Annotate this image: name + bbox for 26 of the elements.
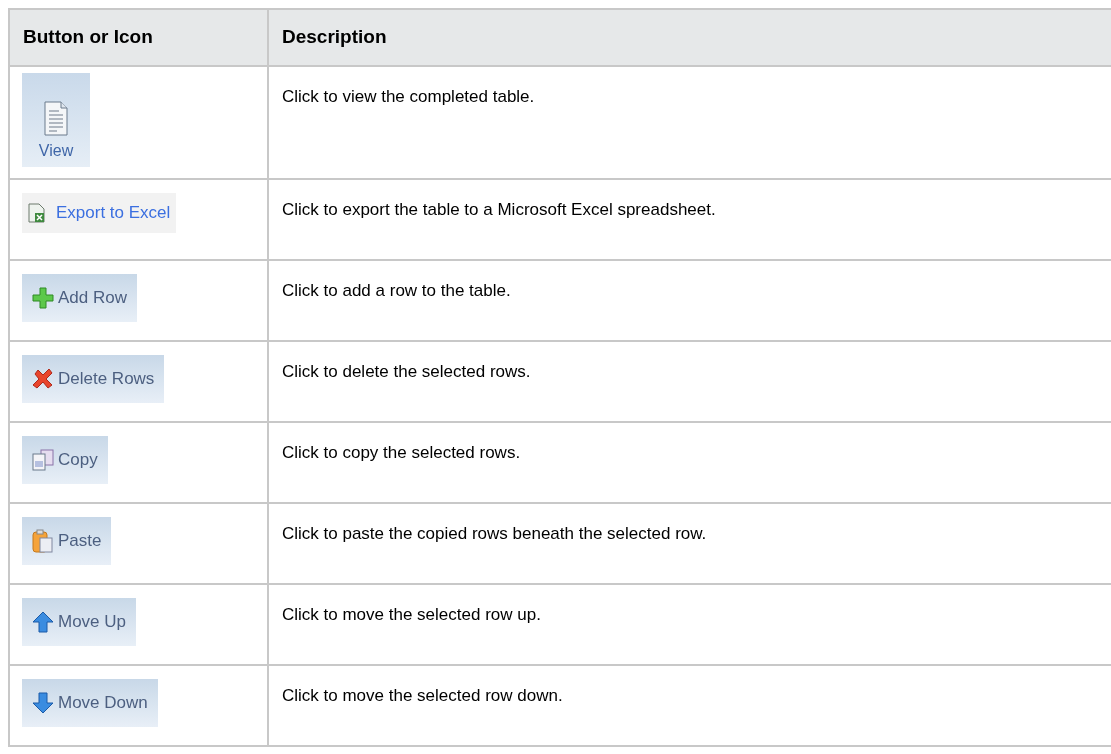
button-image: Delete Rows [22, 355, 165, 403]
button-image: Copy [22, 436, 108, 484]
description-text: Click to add a row to the table. [282, 281, 511, 300]
close-icon [32, 368, 54, 390]
button-image: Add Row [22, 274, 137, 322]
down-arrow-icon [32, 692, 54, 714]
plus-icon [32, 287, 54, 309]
description-text: Click to move the selected row down. [282, 686, 563, 705]
description-text: Click to delete the selected rows. [282, 362, 531, 381]
button-image: Export to Excel [22, 193, 177, 233]
column-header: Description [282, 26, 387, 48]
document-icon [43, 101, 69, 137]
button-image: Move Up [22, 598, 137, 646]
button-image: View [22, 73, 90, 167]
clipboard-icon [32, 529, 54, 553]
description-text: Click to paste the copied rows beneath the selected row. [282, 524, 707, 543]
column-header: Button or Icon [23, 26, 153, 48]
description-text: Click to export the table to a Microsoft Excel spreadsheet. [282, 200, 716, 219]
spreadsheet-icon [28, 203, 46, 223]
button-image: Move Down [22, 679, 158, 727]
copy-icon [32, 449, 54, 471]
up-arrow-icon [32, 611, 54, 633]
description-text: Click to view the completed table. [282, 87, 535, 106]
description-text: Click to move the selected row up. [282, 605, 541, 624]
description-text: Click to copy the selected rows. [282, 443, 521, 462]
button-image: Paste [22, 517, 112, 565]
